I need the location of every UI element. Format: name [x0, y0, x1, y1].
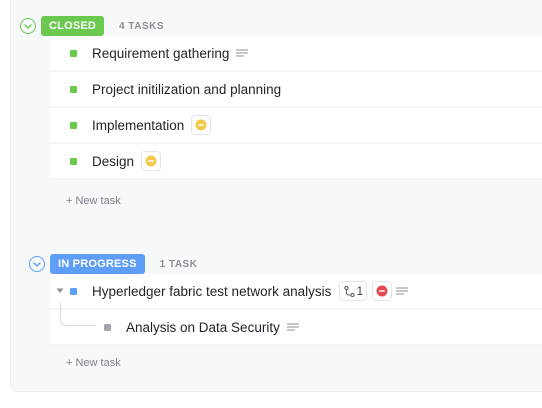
task-row[interactable]: Design	[50, 144, 542, 180]
subtask-count-badge[interactable]: 1	[339, 281, 368, 301]
status-square[interactable]	[70, 287, 77, 295]
description-icon[interactable]	[396, 287, 409, 295]
task-row[interactable]: Project initilization and planning	[50, 72, 542, 108]
task-name[interactable]: Design	[92, 154, 134, 169]
task-count-closed: 4 TASKS	[119, 20, 165, 32]
expand-subtasks-caret-icon[interactable]	[56, 288, 64, 294]
priority-badge[interactable]	[372, 281, 393, 301]
task-count-in-progress: 1 TASK	[159, 258, 198, 270]
priority-badge[interactable]	[191, 115, 212, 135]
task-name[interactable]: Requirement gathering	[92, 46, 229, 61]
new-task-button[interactable]: + New task	[66, 195, 121, 207]
task-name-wrap: Project initilization and planning	[92, 82, 281, 97]
subtask-icon	[343, 285, 355, 297]
chevron-down-icon	[33, 261, 41, 267]
task-name-wrap: Implementation	[92, 115, 212, 135]
subtask-connector-line	[60, 302, 96, 326]
priority-normal-icon	[195, 119, 207, 131]
task-name[interactable]: Implementation	[92, 118, 184, 133]
task-name[interactable]: Hyperledger fabric test network analysis	[92, 284, 331, 299]
task-row[interactable]: Requirement gathering	[50, 36, 542, 72]
subtask-count: 1	[356, 284, 364, 298]
status-pill-in-progress[interactable]: IN PROGRESS	[50, 254, 145, 274]
collapse-group-closed-toggle[interactable]	[20, 18, 36, 34]
description-icon[interactable]	[286, 323, 299, 331]
group-header-closed: CLOSED 4 TASKS	[20, 16, 164, 36]
subtask-row[interactable]: Analysis on Data Security	[50, 302, 542, 346]
priority-badge[interactable]	[141, 151, 162, 171]
task-list-in-progress: Hyperledger fabric test network analysis…	[50, 274, 542, 346]
new-task-button[interactable]: + New task	[66, 357, 121, 369]
task-name-wrap: Design	[92, 151, 162, 171]
status-square[interactable]	[70, 85, 77, 93]
status-square[interactable]	[70, 49, 77, 57]
chevron-down-icon	[24, 23, 32, 29]
subtask-name[interactable]: Analysis on Data Security	[126, 320, 280, 335]
priority-urgent-icon	[376, 285, 388, 297]
status-pill-closed[interactable]: CLOSED	[41, 16, 105, 36]
task-row[interactable]: Implementation	[50, 108, 542, 144]
task-list-closed: Requirement gathering Project initilizat…	[50, 36, 542, 180]
status-square[interactable]	[104, 323, 111, 331]
status-square[interactable]	[70, 157, 77, 165]
task-name-wrap: Analysis on Data Security	[126, 320, 299, 335]
task-name-wrap: Requirement gathering	[92, 46, 249, 61]
priority-normal-icon	[145, 155, 157, 167]
description-icon[interactable]	[236, 49, 249, 57]
collapse-group-in-progress-toggle[interactable]	[29, 256, 45, 272]
task-row[interactable]: Hyperledger fabric test network analysis…	[50, 274, 542, 310]
status-square[interactable]	[70, 121, 77, 129]
group-header-in-progress: IN PROGRESS 1 TASK	[29, 254, 197, 274]
task-name-wrap: Hyperledger fabric test network analysis…	[92, 281, 409, 301]
task-name[interactable]: Project initilization and planning	[92, 82, 281, 97]
